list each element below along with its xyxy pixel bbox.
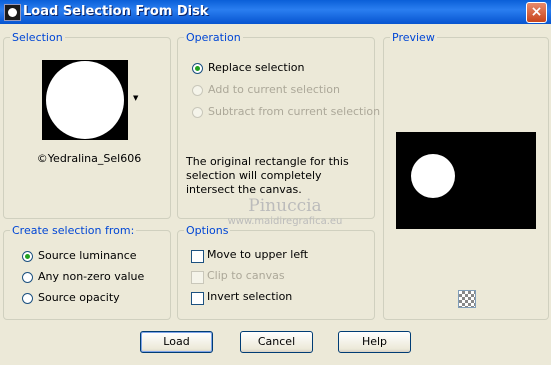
options-legend: Options bbox=[184, 224, 231, 237]
window-title: Load Selection From Disk bbox=[23, 4, 209, 19]
radio-label: Add to current selection bbox=[208, 83, 340, 96]
selection-legend: Selection bbox=[10, 31, 65, 44]
checkbox bbox=[191, 271, 204, 284]
cancel-button[interactable]: Cancel bbox=[240, 331, 313, 353]
selection-app-icon bbox=[4, 4, 21, 21]
radio-label: Source luminance bbox=[38, 249, 137, 262]
radio-label: Source opacity bbox=[38, 291, 120, 304]
selection-thumbnail[interactable] bbox=[42, 60, 128, 140]
checkbox-label: Clip to canvas bbox=[207, 269, 285, 282]
thumbnail-circle bbox=[46, 61, 124, 139]
selection-group: Selection ▼ ©Yedralina_Sel606 bbox=[3, 31, 171, 219]
chevron-down-icon[interactable]: ▼ bbox=[133, 95, 138, 102]
radio-label: Subtract from current selection bbox=[208, 105, 381, 118]
operation-description: The original rectangle for this selectio… bbox=[186, 155, 349, 196]
radio-button bbox=[192, 107, 203, 118]
create-from-group: Create selection from: Source luminance … bbox=[3, 224, 171, 320]
help-button[interactable]: Help bbox=[338, 331, 411, 353]
radio-button[interactable] bbox=[22, 251, 33, 262]
checkbox[interactable] bbox=[191, 292, 204, 305]
checkbox-label: Move to upper left bbox=[207, 248, 309, 261]
preview-legend: Preview bbox=[390, 31, 437, 44]
preview-circle bbox=[411, 154, 455, 198]
options-group: Options Move to upper left Clip to canva… bbox=[177, 224, 375, 320]
radio-button[interactable] bbox=[22, 272, 33, 283]
radio-button[interactable] bbox=[22, 293, 33, 304]
close-button[interactable]: × bbox=[526, 2, 547, 23]
checkbox-label: Invert selection bbox=[207, 290, 293, 303]
radio-button bbox=[192, 85, 203, 96]
preview-group: Preview bbox=[383, 31, 549, 320]
selection-file-name: ©Yedralina_Sel606 bbox=[36, 152, 142, 165]
operation-legend: Operation bbox=[184, 31, 243, 44]
title-bar: Load Selection From Disk × bbox=[0, 0, 551, 24]
operation-group: Operation Replace selection Add to curre… bbox=[177, 31, 380, 219]
radio-label: Replace selection bbox=[208, 61, 305, 74]
create-from-legend: Create selection from: bbox=[10, 224, 137, 237]
radio-button[interactable] bbox=[192, 63, 203, 74]
preview-canvas bbox=[396, 132, 536, 229]
load-button[interactable]: Load bbox=[140, 331, 213, 353]
checkbox[interactable] bbox=[191, 250, 204, 263]
radio-label: Any non-zero value bbox=[38, 270, 145, 283]
checkerboard-icon[interactable] bbox=[458, 290, 476, 308]
